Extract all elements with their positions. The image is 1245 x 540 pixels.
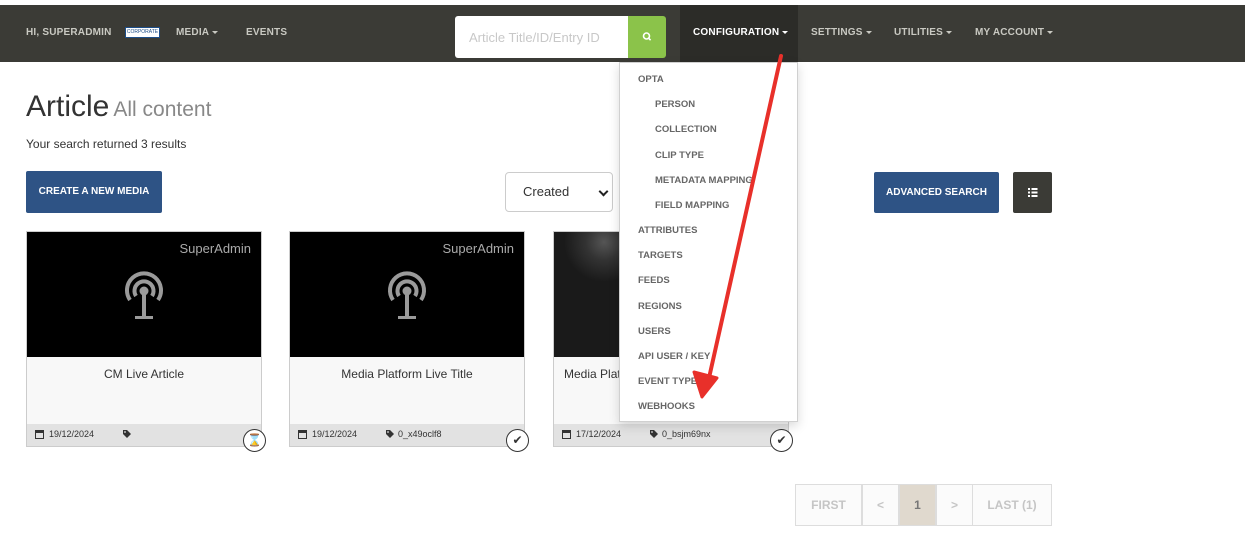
calendar-icon [298,430,307,439]
media-card[interactable]: SuperAdmin Media Platform Live Title 19/… [289,231,529,452]
nav-events[interactable]: EVENTS [246,5,287,62]
menu-item-attributes[interactable]: ATTRIBUTES [638,225,697,236]
nav-my-account-label: MY ACCOUNT [975,27,1045,38]
chevron-down-icon [865,30,872,34]
user-greeting[interactable]: HI, SUPERADMIN [26,5,112,62]
card-date: 19/12/2024 [49,429,95,439]
nav-configuration[interactable]: CONFIGURATION [680,5,798,62]
live-broadcast-icon [388,271,426,319]
page-title-text: Article [26,90,110,123]
menu-item-event-type[interactable]: EVENT TYPE [638,376,697,387]
card-date: 19/12/2024 [312,429,358,439]
menu-item-api-user-key[interactable]: API USER / KEY [638,351,710,362]
page-subtitle: All content [113,98,212,121]
pagination-current-page[interactable]: 1 [899,484,936,526]
pagination-prev[interactable]: < [862,484,899,526]
pagination-last[interactable]: LAST (1) [972,484,1052,526]
brand-logo-text: CORPORATE [126,29,159,35]
chevron-down-icon [212,30,219,34]
card-date: 17/12/2024 [576,429,622,439]
search-button[interactable] [628,16,666,58]
card-title: CM Live Article [103,367,185,381]
checkmark-icon: ✔ [770,429,793,452]
results-count: Your search returned 3 results [26,137,187,151]
nav-media-label: MEDIA [176,27,210,38]
brand-logo[interactable]: CORPORATE [125,27,160,38]
pagination-first[interactable]: FIRST [795,484,862,526]
tag-icon [650,430,658,438]
card-title: Media Platform Live Title [341,367,473,381]
live-broadcast-icon [125,271,163,319]
pagination-next[interactable]: > [936,484,973,526]
chevron-down-icon [946,30,953,34]
card-thumbnail: SuperAdmin [290,232,524,357]
card-thumbnail: SuperAdmin [27,232,261,357]
advanced-search-button[interactable]: ADVANCED SEARCH [874,172,999,213]
nav-media[interactable]: MEDIA [176,5,219,62]
menu-item-opta[interactable]: OPTA [638,74,664,85]
nav-settings[interactable]: SETTINGS [811,5,872,62]
hourglass-icon: ⌛ [243,429,266,452]
menu-item-clip-type[interactable]: CLIP TYPE [655,150,704,161]
sort-select-value: Created [523,184,570,199]
list-view-button[interactable] [1013,172,1052,213]
create-media-button[interactable]: CREATE A NEW MEDIA [26,171,162,213]
card-owner: SuperAdmin [442,241,514,256]
card-entry-id: 0_x49oclf8 [398,429,442,439]
checkmark-icon: ✔ [506,429,529,452]
nav-utilities-label: UTILITIES [894,27,944,38]
tag-icon [386,430,394,438]
top-navbar: HI, SUPERADMIN CORPORATE MEDIA EVENTS CO… [0,5,1245,62]
configuration-dropdown-menu: OPTA PERSON COLLECTION CLIP TYPE METADAT… [619,62,798,422]
card-footer: 17/12/2024 0_bsjm69nx ✔ [554,424,793,452]
card-owner: SuperAdmin [179,241,251,256]
chevron-down-icon [598,186,609,197]
page-title: Article All content [26,90,211,124]
nav-my-account[interactable]: MY ACCOUNT [975,5,1054,62]
menu-item-field-mapping[interactable]: FIELD MAPPING [655,200,729,211]
calendar-icon [562,430,571,439]
nav-settings-label: SETTINGS [811,27,863,38]
search-icon [642,32,652,41]
nav-utilities[interactable]: UTILITIES [894,5,953,62]
menu-item-targets[interactable]: TARGETS [638,250,683,261]
search-input[interactable] [455,16,628,58]
media-card[interactable]: SuperAdmin CM Live Article 19/12/2024 ⌛ [26,231,266,452]
menu-item-feeds[interactable]: FEEDS [638,275,670,286]
card-footer: 19/12/2024 ⌛ [27,424,266,452]
menu-item-webhooks[interactable]: WEBHOOKS [638,401,695,412]
menu-item-collection[interactable]: COLLECTION [655,124,717,135]
card-entry-id: 0_bsjm69nx [662,429,711,439]
chevron-down-icon [782,30,789,34]
menu-item-person[interactable]: PERSON [655,99,695,110]
nav-configuration-label: CONFIGURATION [693,27,780,38]
menu-item-users[interactable]: USERS [638,326,671,337]
calendar-icon [35,430,44,439]
card-footer: 19/12/2024 0_x49oclf8 ✔ [290,424,529,452]
tag-icon [123,430,131,438]
chevron-down-icon [1047,30,1054,34]
menu-item-regions[interactable]: REGIONS [638,301,682,312]
sort-select[interactable]: Created [505,172,613,212]
list-icon [1028,188,1038,197]
menu-item-metadata-mapping[interactable]: METADATA MAPPING [655,175,753,186]
